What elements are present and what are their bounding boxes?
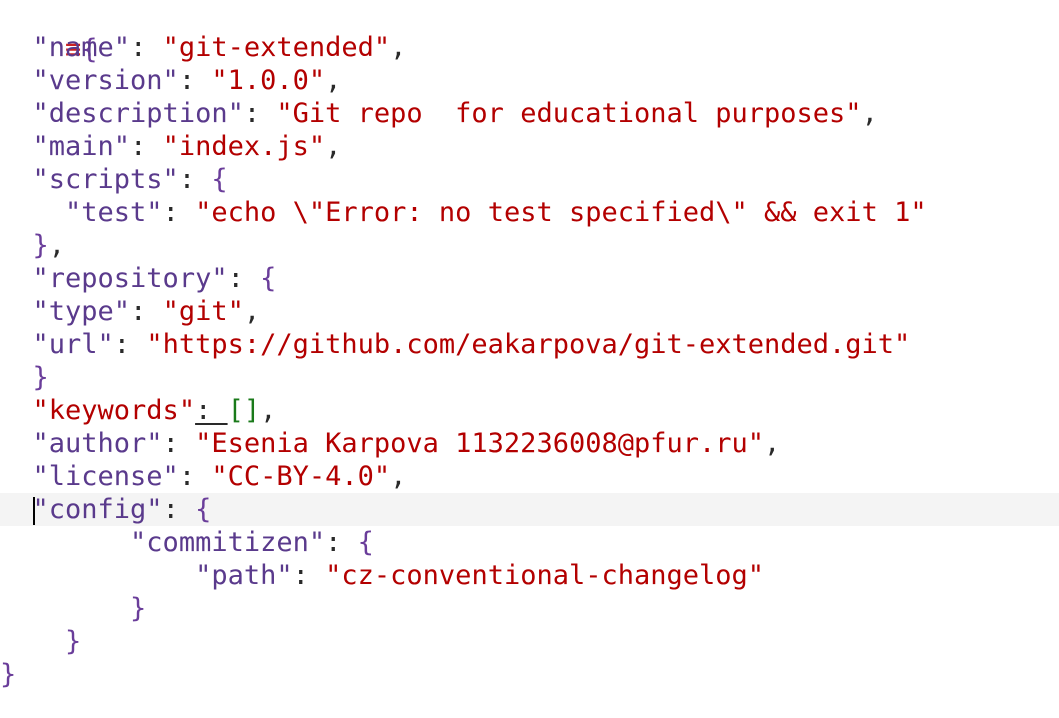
json-key: "type" — [32, 296, 131, 327]
code-line: "description": "Git repo for educational… — [32, 98, 878, 129]
code-line: }, — [32, 230, 66, 261]
code-line: "main": "index.js", — [32, 131, 342, 162]
code-line: "author": "Esenia Karpova 1132236008@pfu… — [32, 428, 781, 459]
code-line: } — [0, 592, 1059, 625]
code-line: "type": "git", — [32, 296, 261, 327]
json-string: "index.js" — [162, 131, 326, 162]
json-key: "scripts" — [32, 164, 179, 195]
json-string: "1.0.0" — [211, 65, 326, 96]
open-brace: { — [357, 527, 374, 558]
code-editor[interactable]: ≡{ "name": "git-extended", "version": "1… — [0, 0, 1059, 718]
close-brace: } — [32, 362, 49, 393]
json-key: "version" — [32, 65, 179, 96]
json-string: "https://github.com/eakarpova/git-extend… — [146, 329, 911, 360]
json-key: "url" — [32, 329, 114, 360]
json-key: "author" — [32, 428, 163, 459]
json-key: "keywords" — [32, 395, 196, 426]
json-string: "git-extended" — [162, 32, 391, 63]
code-line: "path": "cz-conventional-changelog" — [195, 560, 765, 591]
code-line: "commitizen": { — [130, 527, 374, 558]
current-code-line: "config": { — [0, 493, 1059, 526]
close-brace: } — [32, 230, 49, 261]
open-brace: { — [260, 263, 277, 294]
code-line: ≡{ — [0, 0, 1059, 65]
code-line: "scripts": { — [32, 164, 228, 195]
code-line: "license": "CC-BY-4.0", — [32, 461, 407, 492]
close-brace: } — [0, 659, 17, 690]
code-line: } — [0, 361, 1059, 394]
code-line: "version": "1.0.0", — [32, 65, 342, 96]
open-brace: { — [211, 164, 228, 195]
code-line: "name": "git-extended", — [32, 32, 407, 63]
code-line: "repository": { — [32, 263, 277, 294]
close-brace: } — [65, 626, 82, 657]
json-key: "config" — [32, 494, 163, 525]
json-key: "commitizen" — [130, 527, 326, 558]
json-string: "Esenia Karpova 1132236008@pfur.ru" — [195, 428, 765, 459]
open-brace: { — [195, 494, 212, 525]
json-key: "test" — [65, 197, 163, 228]
close-brace: } — [130, 593, 147, 624]
json-key: "path" — [195, 560, 293, 591]
json-key: "description" — [32, 98, 244, 129]
code-line: } — [0, 658, 1059, 691]
json-array: [] — [227, 395, 261, 426]
json-string: "echo \"Error: no test specified\" && ex… — [195, 197, 927, 228]
code-line: "keywords": [], — [32, 395, 277, 426]
json-key: "name" — [32, 32, 131, 63]
code-line: } — [0, 625, 1059, 658]
json-string: "cz-conventional-changelog" — [325, 560, 765, 591]
json-key: "main" — [32, 131, 131, 162]
json-string: "git" — [162, 296, 244, 327]
code-line: "url": "https://github.com/eakarpova/git… — [32, 329, 911, 360]
json-string: "CC-BY-4.0" — [211, 461, 391, 492]
json-string: "Git repo for educational purposes" — [276, 98, 862, 129]
json-key: "license" — [32, 461, 179, 492]
code-line: "test": "echo \"Error: no test specified… — [65, 197, 927, 228]
json-key: "repository" — [32, 263, 228, 294]
